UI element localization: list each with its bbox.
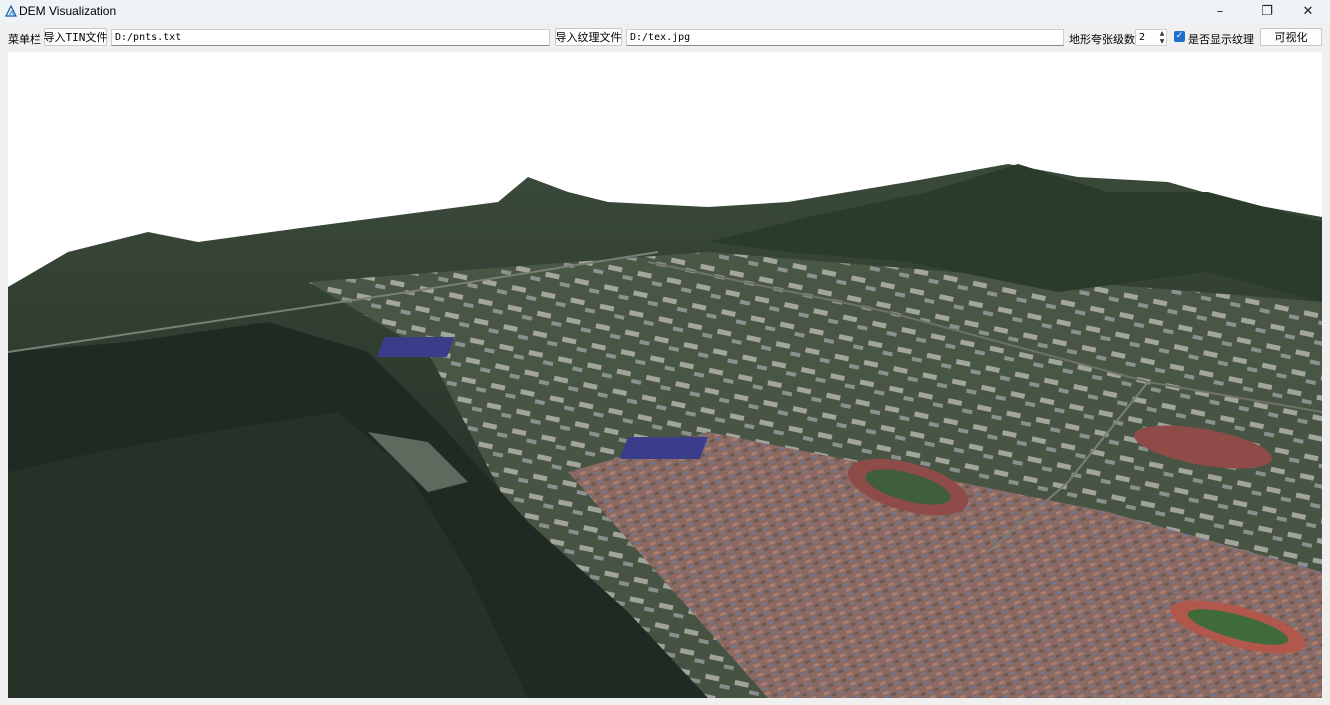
close-icon: ✕: [1302, 3, 1314, 19]
restore-button[interactable]: ❐: [1245, 0, 1289, 22]
close-button[interactable]: ✕: [1286, 0, 1330, 22]
import-texture-button[interactable]: 导入纹理文件: [555, 28, 622, 46]
spin-up-icon[interactable]: ▲: [1157, 29, 1167, 37]
minimize-button[interactable]: –: [1198, 0, 1242, 22]
restore-icon: ❐: [1261, 3, 1273, 19]
terrain-viewport[interactable]: [8, 52, 1322, 698]
tin-path-input[interactable]: D:/pnts.txt: [111, 29, 550, 46]
minimize-icon: –: [1216, 3, 1224, 19]
import-tin-button[interactable]: 导入TIN文件: [44, 28, 107, 46]
spin-down-icon[interactable]: ▼: [1157, 37, 1167, 45]
app-icon: [5, 4, 17, 17]
menu-label: 菜单栏: [8, 33, 41, 46]
show-texture-checkbox[interactable]: ✓: [1174, 31, 1185, 42]
toolbar: 菜单栏 导入TIN文件 D:/pnts.txt 导入纹理文件 D:/tex.jp…: [0, 27, 1330, 49]
window-title: DEM Visualization: [19, 4, 117, 18]
terrain-render: [8, 52, 1322, 698]
exaggeration-label: 地形夸张级数: [1069, 33, 1135, 46]
texture-path-input[interactable]: D:/tex.jpg: [626, 29, 1064, 46]
title-bar: DEM Visualization – ❐ ✕: [0, 0, 1330, 22]
spin-arrows[interactable]: ▲ ▼: [1157, 29, 1167, 46]
show-texture-label: 是否显示纹理: [1188, 33, 1254, 46]
visualize-button[interactable]: 可视化: [1260, 28, 1322, 46]
